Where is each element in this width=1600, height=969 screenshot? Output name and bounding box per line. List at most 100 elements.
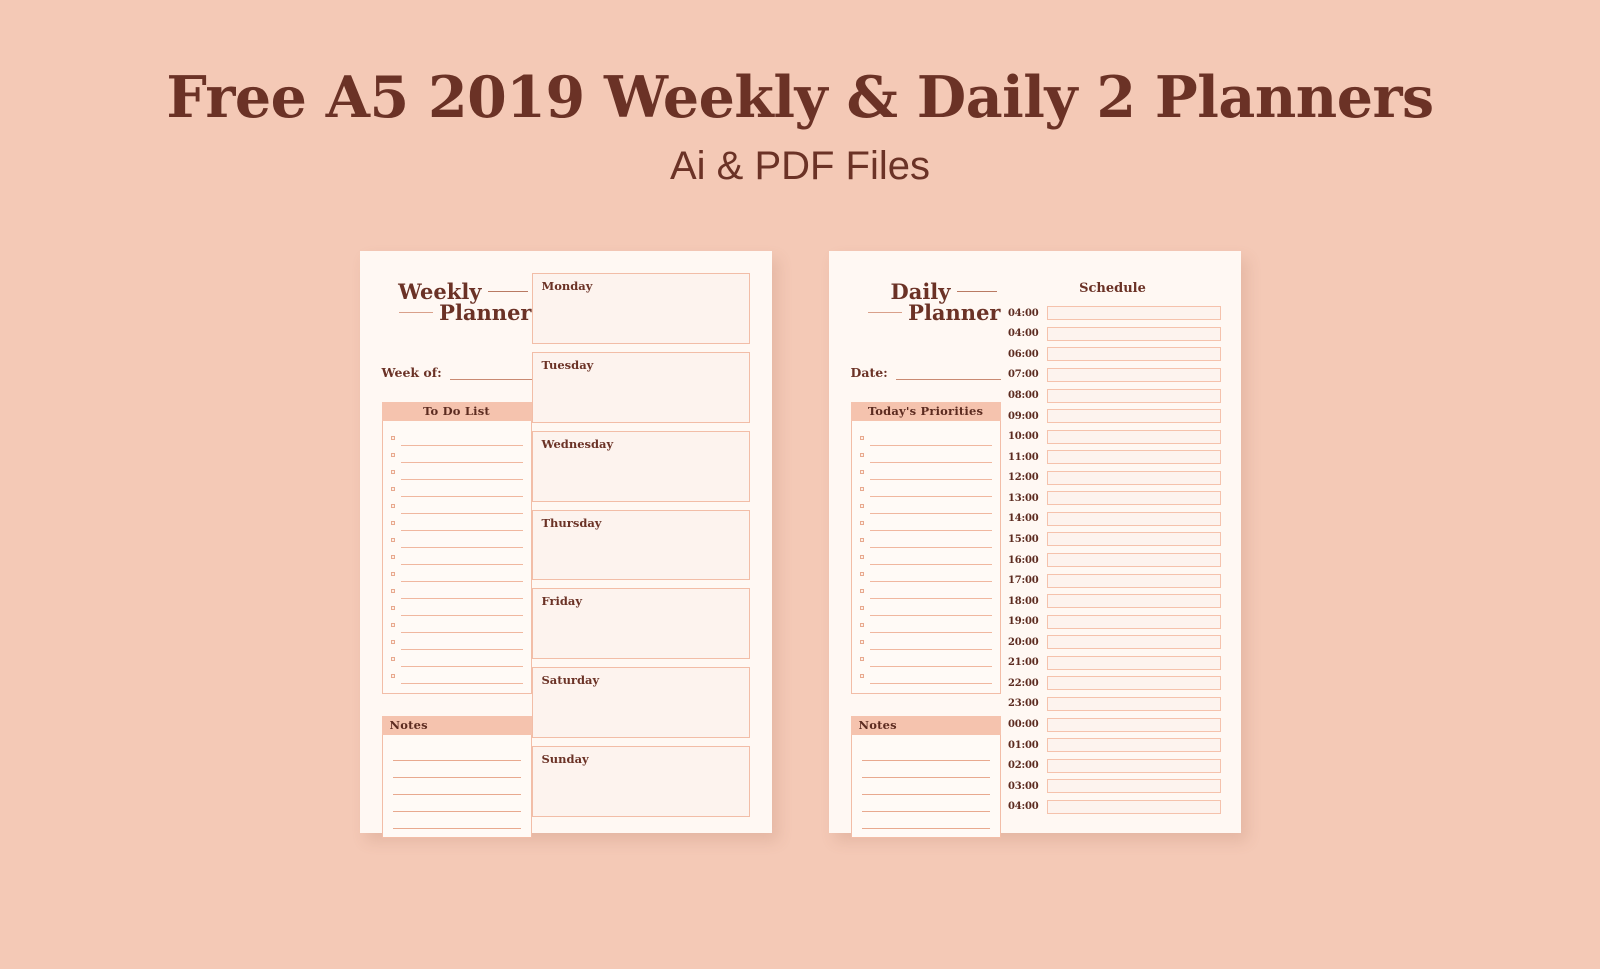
schedule-entry-field[interactable] <box>1046 758 1221 773</box>
schedule-entry-field[interactable] <box>1046 738 1221 753</box>
schedule-entry-field[interactable] <box>1046 470 1221 485</box>
checkbox-icon[interactable] <box>859 674 864 678</box>
schedule-entry-field[interactable] <box>1046 429 1221 444</box>
checklist-row[interactable] <box>859 566 992 583</box>
checklist-write-line[interactable] <box>400 432 523 446</box>
checkbox-icon[interactable] <box>390 504 395 508</box>
schedule-row[interactable]: 15:00 <box>1005 529 1221 550</box>
schedule-row[interactable]: 17:00 <box>1005 570 1221 591</box>
checkbox-icon[interactable] <box>390 623 395 627</box>
schedule-row[interactable]: 00:00 <box>1005 714 1221 735</box>
checkbox-icon[interactable] <box>390 521 395 525</box>
schedule-entry-field[interactable] <box>1046 573 1221 588</box>
checklist-write-line[interactable] <box>400 534 523 548</box>
checklist-row[interactable] <box>390 549 523 566</box>
checkbox-icon[interactable] <box>859 538 864 542</box>
day-box-thursday[interactable]: Thursday <box>531 509 750 581</box>
schedule-row[interactable]: 14:00 <box>1005 509 1221 530</box>
checklist-row[interactable] <box>390 583 523 600</box>
note-write-line[interactable] <box>392 798 521 812</box>
checklist-write-line[interactable] <box>400 517 523 531</box>
date-field[interactable]: Date: <box>851 365 1001 380</box>
checklist-row[interactable] <box>390 481 523 498</box>
checkbox-icon[interactable] <box>390 572 395 576</box>
checkbox-icon[interactable] <box>390 606 395 610</box>
note-row[interactable] <box>391 778 523 795</box>
note-write-line[interactable] <box>861 815 990 829</box>
schedule-entry-field[interactable] <box>1046 594 1221 609</box>
schedule-row[interactable]: 19:00 <box>1005 611 1221 632</box>
checklist-row[interactable] <box>859 447 992 464</box>
schedule-row[interactable]: 10:00 <box>1005 426 1221 447</box>
day-box-sunday[interactable]: Sunday <box>531 746 750 818</box>
note-row[interactable] <box>391 761 523 778</box>
checklist-row[interactable] <box>390 498 523 515</box>
checkbox-icon[interactable] <box>390 538 395 542</box>
checklist-row[interactable] <box>859 617 992 634</box>
checklist-write-line[interactable] <box>400 551 523 565</box>
schedule-entry-field[interactable] <box>1046 655 1221 670</box>
note-write-line[interactable] <box>861 747 990 761</box>
checklist-write-line[interactable] <box>869 585 992 599</box>
checklist-write-line[interactable] <box>400 602 523 616</box>
checklist-write-line[interactable] <box>400 636 523 650</box>
checklist-row[interactable] <box>390 515 523 532</box>
schedule-row[interactable]: 04:00 <box>1005 303 1221 324</box>
checklist-row[interactable] <box>859 532 992 549</box>
week-of-field[interactable]: Week of: <box>382 365 532 380</box>
checklist-write-line[interactable] <box>869 534 992 548</box>
schedule-row[interactable]: 20:00 <box>1005 632 1221 653</box>
checkbox-icon[interactable] <box>390 674 395 678</box>
checkbox-icon[interactable] <box>390 589 395 593</box>
checklist-row[interactable] <box>390 668 523 685</box>
schedule-row[interactable]: 16:00 <box>1005 550 1221 571</box>
checklist-write-line[interactable] <box>400 568 523 582</box>
schedule-row[interactable]: 04:00 <box>1005 797 1221 818</box>
note-row[interactable] <box>860 744 992 761</box>
checklist-write-line[interactable] <box>869 636 992 650</box>
schedule-entry-field[interactable] <box>1046 450 1221 465</box>
date-input[interactable] <box>895 368 1001 380</box>
note-row[interactable] <box>860 812 992 829</box>
note-row[interactable] <box>391 744 523 761</box>
checkbox-icon[interactable] <box>859 572 864 576</box>
schedule-row[interactable]: 02:00 <box>1005 755 1221 776</box>
checkbox-icon[interactable] <box>859 487 864 491</box>
schedule-entry-field[interactable] <box>1046 367 1221 382</box>
checklist-row[interactable] <box>390 617 523 634</box>
checklist-row[interactable] <box>859 430 992 447</box>
schedule-row[interactable]: 08:00 <box>1005 385 1221 406</box>
checklist-write-line[interactable] <box>869 602 992 616</box>
checklist-write-line[interactable] <box>869 466 992 480</box>
checkbox-icon[interactable] <box>390 640 395 644</box>
checkbox-icon[interactable] <box>859 623 864 627</box>
schedule-row[interactable]: 01:00 <box>1005 735 1221 756</box>
schedule-row[interactable]: 13:00 <box>1005 488 1221 509</box>
checklist-write-line[interactable] <box>869 432 992 446</box>
checklist-row[interactable] <box>390 447 523 464</box>
day-box-tuesday[interactable]: Tuesday <box>531 351 750 423</box>
checklist-row[interactable] <box>390 464 523 481</box>
schedule-row[interactable]: 23:00 <box>1005 694 1221 715</box>
checklist-write-line[interactable] <box>869 449 992 463</box>
day-box-saturday[interactable]: Saturday <box>531 667 750 739</box>
checklist-write-line[interactable] <box>869 517 992 531</box>
checkbox-icon[interactable] <box>859 555 864 559</box>
checkbox-icon[interactable] <box>859 657 864 661</box>
checklist-row[interactable] <box>390 532 523 549</box>
checklist-row[interactable] <box>390 430 523 447</box>
schedule-entry-field[interactable] <box>1046 306 1221 321</box>
schedule-entry-field[interactable] <box>1046 347 1221 362</box>
schedule-entry-field[interactable] <box>1046 635 1221 650</box>
note-write-line[interactable] <box>392 764 521 778</box>
note-write-line[interactable] <box>861 781 990 795</box>
note-write-line[interactable] <box>861 764 990 778</box>
checkbox-icon[interactable] <box>859 470 864 474</box>
checklist-row[interactable] <box>859 600 992 617</box>
checklist-write-line[interactable] <box>869 568 992 582</box>
schedule-entry-field[interactable] <box>1046 326 1221 341</box>
checkbox-icon[interactable] <box>390 470 395 474</box>
checklist-row[interactable] <box>859 651 992 668</box>
checkbox-icon[interactable] <box>859 589 864 593</box>
checklist-row[interactable] <box>390 566 523 583</box>
